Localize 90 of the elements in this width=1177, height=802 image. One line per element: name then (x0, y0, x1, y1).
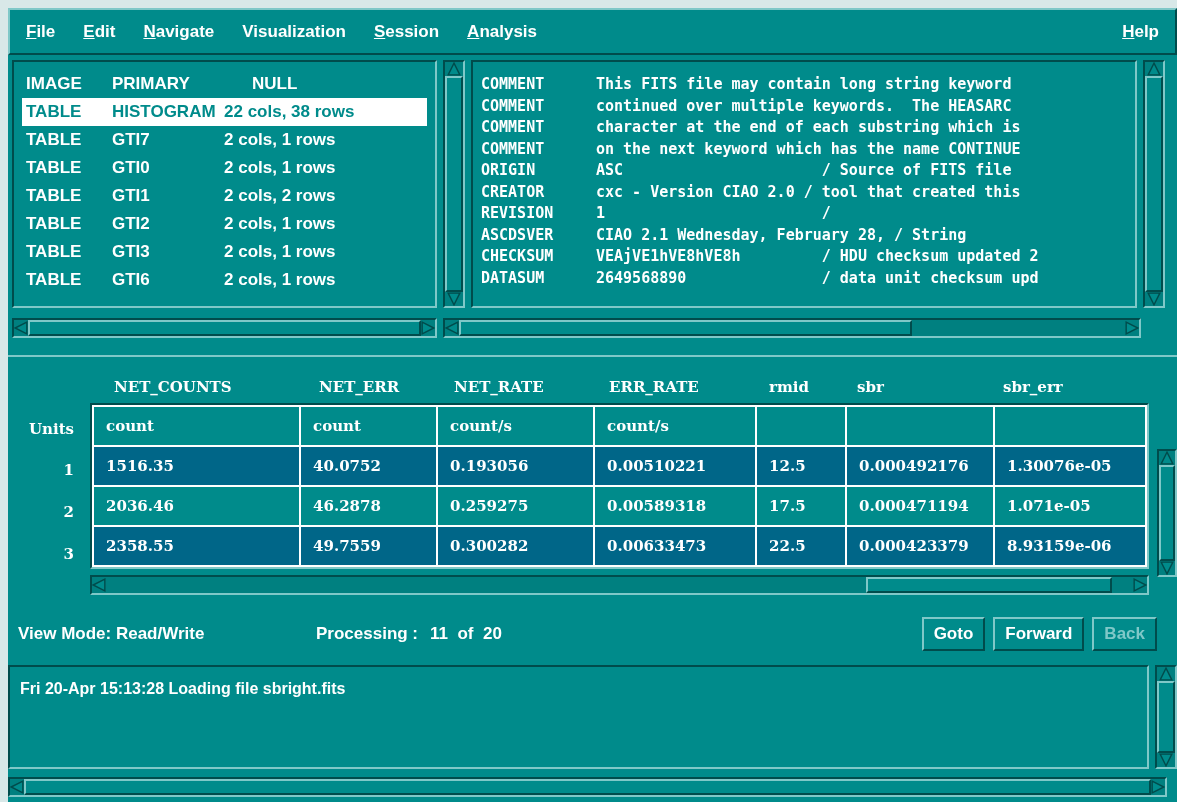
menu-item[interactable]: Analysis (459, 18, 546, 45)
table-cell: 2036.46 (94, 487, 300, 525)
table-cell: 0.000471194 (847, 487, 994, 525)
keyword-name: COMMENT (481, 74, 546, 95)
table-cell: 0.00633473 (595, 527, 756, 565)
menu-item[interactable]: Visualization (234, 18, 354, 45)
table-cell: 22.5 (757, 527, 846, 565)
keyword-name: COMMENT (481, 95, 546, 117)
table-cell: 49.7559 (301, 527, 437, 565)
keyword-name: DATASUM (481, 267, 546, 289)
row-header: Units (29, 418, 75, 440)
processing-label: Processing : (316, 623, 419, 646)
horizontal-scrollbar[interactable] (90, 575, 1150, 595)
scroll-right-icon[interactable] (1133, 578, 1148, 592)
table-cell: 1516.35 (94, 447, 300, 485)
keyword-value: ASC / Source of FITS file (596, 160, 1012, 181)
keyword-name: COMMENT (481, 117, 546, 138)
nav-button[interactable]: Forward (993, 617, 1085, 651)
table-row[interactable]: 2036.46 46.2878 0.259275 0.00589318 17.5 0.000471194 1.071e-05 (94, 487, 1146, 525)
vertical-scrollbar[interactable] (1155, 665, 1177, 769)
vertical-scrollbar[interactable] (1157, 449, 1177, 577)
keyword-value: continued over multiple keywords. The HEASARC (596, 95, 1012, 117)
table-cell: 0.300282 (438, 527, 594, 565)
keyword-value: CIAO 2.1 Wednesday, February 28, / String (596, 224, 967, 246)
nav-button[interactable]: Goto (921, 617, 986, 651)
table-cell: 0.00510221 (595, 447, 756, 485)
keyword-value: 2649568890 / data unit checksum upd (596, 267, 1039, 289)
table-cell: 46.2878 (301, 487, 437, 525)
keyword-name: REVISION (481, 203, 555, 224)
keyword-value: character at the end of each substring which is (596, 117, 1021, 138)
hdu-list-item[interactable]: TABLE HISTOGRAM 22 cols, 38 rows (22, 98, 427, 126)
hdu-list-item[interactable]: TABLE GTI6 2 cols, 1 rows (22, 266, 427, 294)
menu-item[interactable]: Navigate (135, 18, 223, 45)
table-cell: 0.00589318 (595, 487, 756, 525)
log-line: Fri 20-Apr 15:13:28 Loading file sbright.fits (20, 679, 347, 699)
menu-item[interactable]: File (18, 18, 64, 45)
table-row[interactable]: 2358.55 49.7559 0.300282 0.00633473 22.5 0.000423379 8.93159e-06 (94, 527, 1146, 565)
hdu-list-item[interactable]: TABLE GTI1 2 cols, 2 rows (22, 182, 427, 210)
column-header: ERR_RATE (608, 376, 700, 398)
keyword-name: CHECKSUM (481, 246, 555, 267)
table-cell: 40.0752 (301, 447, 437, 485)
table-cell: 0.259275 (438, 487, 594, 525)
table-cell: count/s (438, 407, 594, 445)
table-cell: 2358.55 (94, 527, 300, 565)
view-mode-label: View Mode: Read/Write (18, 623, 206, 646)
table-cell: 17.5 (757, 487, 846, 525)
table-cell: 12.5 (757, 447, 846, 485)
table-cell: count (301, 407, 437, 445)
keyword-value: on the next keyword which has the name CONTINUE (596, 138, 1021, 160)
processing-value: 11 of 20 (430, 623, 502, 646)
keyword-name: COMMENT (481, 138, 546, 160)
horizontal-scrollbar[interactable] (443, 318, 1141, 338)
hdu-list-item[interactable]: TABLE GTI2 2 cols, 1 rows (22, 210, 427, 238)
column-header: rmid (768, 376, 810, 398)
keyword-name: ORIGIN (481, 160, 537, 181)
column-header: sbr (856, 376, 885, 398)
table-cell: 0.193056 (438, 447, 594, 485)
keyword-value: This FITS file may contain long string keyword (596, 74, 1012, 95)
table-cell: 0.000423379 (847, 527, 994, 565)
column-header: sbr_err (1002, 376, 1064, 398)
menu-item[interactable]: Session (365, 18, 448, 45)
row-number: 3 (63, 543, 75, 565)
keyword-name: ASCDSVER (481, 224, 555, 246)
menu-item[interactable]: Help (1114, 18, 1167, 45)
row-number: 2 (63, 501, 75, 523)
vertical-scrollbar[interactable] (1143, 60, 1165, 308)
scroll-thumb[interactable] (866, 577, 1113, 593)
table-row[interactable]: 1516.35 40.0752 0.193056 0.00510221 12.5 0.000492176 1.30076e-05 (94, 447, 1146, 485)
menu-item[interactable]: Edit (75, 18, 124, 45)
column-header: NET_RATE (453, 376, 545, 398)
hdu-list-item[interactable]: TABLE GTI3 2 cols, 1 rows (22, 238, 427, 266)
table-cell: count/s (595, 407, 756, 445)
row-number: 1 (63, 459, 75, 481)
horizontal-scrollbar[interactable] (8, 777, 1167, 797)
keyword-value: 1 / (596, 203, 831, 224)
keyword-name: CREATOR (481, 181, 546, 203)
hdu-list-item[interactable]: TABLE GTI0 2 cols, 1 rows (22, 154, 427, 182)
keyword-value: VEAjVE1hVE8hVE8h / HDU checksum updated 2 (596, 246, 1039, 267)
hdu-list-item[interactable]: IMAGE PRIMARY NULL (22, 70, 427, 98)
table-cell: 1.071e-05 (995, 487, 1146, 525)
table-cell: 8.93159e-06 (995, 527, 1146, 565)
column-header: NET_COUNTS (113, 376, 233, 398)
table-cell: 1.30076e-05 (995, 447, 1146, 485)
keyword-value: cxc - Version CIAO 2.0 / tool that created this (596, 181, 1021, 203)
vertical-scrollbar[interactable] (443, 60, 465, 308)
table-cell: count (94, 407, 300, 445)
hdu-list-item[interactable]: TABLE GTI7 2 cols, 1 rows (22, 126, 427, 154)
column-header: NET_ERR (318, 376, 401, 398)
table-cell: 0.000492176 (847, 447, 994, 485)
horizontal-scrollbar[interactable] (12, 318, 437, 338)
